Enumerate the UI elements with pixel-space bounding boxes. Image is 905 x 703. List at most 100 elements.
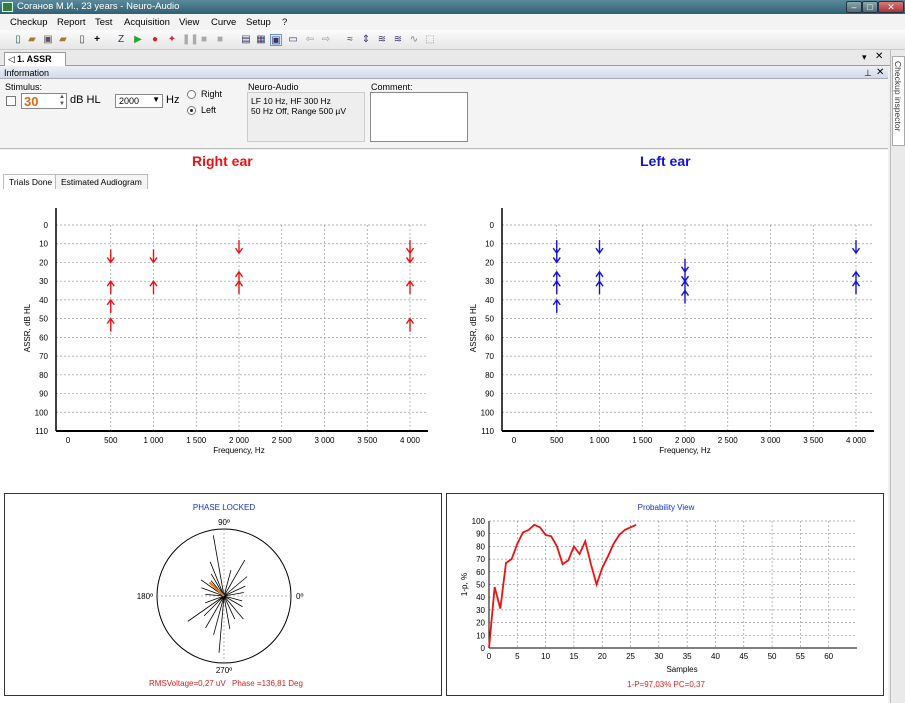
left-yaxis-label: ASSR, dB HL [469, 303, 478, 352]
information-header: Information ⊥ ✕ [0, 67, 888, 79]
right-marker-up [405, 279, 415, 295]
add-icon[interactable]: + [91, 34, 103, 46]
monitor-icon[interactable]: ▭ [287, 34, 299, 46]
radio-left[interactable] [187, 106, 196, 115]
comment-field[interactable] [370, 92, 468, 142]
save-icon[interactable]: ▣ [42, 34, 54, 46]
stimulus-icon[interactable]: ✦ [166, 34, 178, 46]
left-marker-up [552, 298, 561, 313]
zero-icon[interactable]: Z [115, 34, 127, 46]
dropdown-arrow-icon: ▼ [152, 95, 160, 104]
scale-icon[interactable]: ⇕ [360, 34, 372, 46]
right-marker-up [149, 279, 158, 295]
pause-icon[interactable]: ❚❚ [182, 34, 199, 46]
prob-ytick-label: 0 [481, 644, 486, 653]
right-xtick-label: 3 000 [314, 436, 335, 445]
document-tabstrip: ◁ 1. ASSR ▾ ✕ [0, 50, 890, 66]
checkup-inspector-label: Checkup inspector [893, 61, 903, 132]
tab-dropdown-icon[interactable]: ▾ [862, 52, 867, 63]
phase-footer-rms: RMSVoltage=0,27 uV [149, 679, 226, 688]
arrow-left-icon[interactable]: ⇦ [304, 34, 316, 46]
right-marker-up [234, 279, 244, 295]
tab-assr[interactable]: ◁ 1. ASSR [4, 52, 66, 66]
minimize-button[interactable]: – [846, 1, 862, 13]
info-close-icon[interactable]: ✕ [876, 67, 884, 79]
left-ytick-label: 90 [485, 390, 494, 399]
menu-report[interactable]: Report [57, 17, 86, 28]
prob-yaxis-label: 1-p, % [460, 573, 469, 596]
left-xtick-label: 0 [512, 436, 517, 445]
close-button[interactable]: ✕ [878, 1, 904, 13]
probability-panel: Probability View 0 10 20 30 40 50 60 70 80 90 100 0 5… [446, 493, 884, 696]
folder-icon[interactable]: ▰ [57, 34, 69, 46]
record-icon[interactable]: ● [149, 34, 161, 46]
select-icon[interactable]: ⬚ [424, 34, 436, 46]
report-icon[interactable]: ▤ [240, 34, 252, 46]
phase-label-0: 0º [296, 592, 303, 601]
stimulus-checkbox[interactable] [6, 96, 16, 106]
maximize-button[interactable]: □ [862, 1, 878, 13]
left-ytick-label: 30 [485, 277, 494, 286]
phase-vector [223, 595, 244, 620]
stop-icon[interactable]: ■ [198, 34, 210, 46]
left-ytick-label: 70 [485, 352, 494, 361]
menu-acquisition[interactable]: Acquisition [124, 17, 170, 28]
phase-vector [223, 570, 232, 597]
stack-icon[interactable]: ≋ [392, 34, 404, 46]
left-marker-up [552, 279, 561, 295]
app-icon [2, 2, 13, 12]
right-xtick-label: 1 500 [186, 436, 207, 445]
arrow-right-icon[interactable]: ⇨ [320, 34, 332, 46]
menu-test[interactable]: Test [95, 17, 112, 28]
right-ytick-label: 110 [35, 427, 48, 436]
phase-vector [223, 595, 243, 602]
tab-close-icon[interactable]: ✕ [875, 51, 883, 62]
menu-view[interactable]: View [179, 17, 199, 28]
right-marker-down [149, 249, 158, 264]
stop2-icon[interactable]: ■ [214, 34, 226, 46]
open-icon[interactable]: ▰ [26, 34, 38, 46]
left-xtick-label: 2 000 [675, 436, 696, 445]
left-ear-chart: 0 10 20 30 40 50 60 70 80 90 100 110 0 500 1 000 1 500 2… [469, 208, 874, 455]
menu-help[interactable]: ? [282, 17, 287, 28]
page-icon[interactable]: ▯ [76, 34, 88, 46]
tab-pin-icon: ◁ [8, 54, 15, 64]
phase-vector [223, 559, 246, 597]
menu-curve[interactable]: Curve [211, 17, 236, 28]
tab-estimated-audiogram[interactable]: Estimated Audiogram [55, 174, 148, 189]
tab-trials-done[interactable]: Trials Done [3, 174, 59, 189]
frequency-select[interactable]: 2000 ▼ [115, 94, 163, 108]
window-title: Соганов М.И., 23 years - Neuro-Audio [17, 1, 180, 12]
print-icon[interactable]: ▦ [255, 34, 267, 46]
view-icon[interactable]: ▣ [270, 34, 282, 46]
prob-xtick-label: 55 [796, 652, 805, 661]
right-yaxis-label: ASSR, dB HL [23, 303, 32, 352]
menu-setup[interactable]: Setup [246, 17, 271, 28]
play-icon[interactable]: ▶ [132, 34, 144, 46]
prob-xtick-label: 35 [683, 652, 692, 661]
right-ytick-label: 100 [35, 408, 49, 417]
pin-icon[interactable]: ⊥ [864, 67, 872, 79]
menu-checkup[interactable]: Checkup [10, 17, 48, 28]
phase-label-270: 270º [216, 666, 232, 675]
intensity-spinbox[interactable]: 30 ▲ ▼ [21, 93, 67, 109]
left-xtick-label: 3 000 [760, 436, 781, 445]
curve-icon[interactable]: ≈ [344, 34, 356, 46]
right-ytick-label: 80 [39, 371, 48, 380]
prob-xtick-label: 25 [626, 652, 635, 661]
radio-left-label: Left [201, 105, 217, 115]
frequency-value: 2000 [119, 96, 140, 106]
left-marker-up [851, 279, 861, 295]
right-ytick-label: 20 [39, 258, 48, 267]
prob-ytick-label: 10 [476, 631, 485, 640]
new-checkup-icon[interactable]: ▯ [12, 34, 24, 46]
right-ear-chart: 0 10 20 30 40 50 60 70 80 90 100 110 0 500 1 000 1 500 2… [23, 208, 428, 455]
prob-xtick-label: 5 [515, 652, 520, 661]
right-marker-up [106, 317, 115, 332]
phase-vector [223, 576, 248, 597]
radio-right[interactable] [187, 90, 196, 99]
checkup-inspector-tab[interactable]: Checkup inspector [892, 56, 905, 146]
wave-icon[interactable]: ∿ [408, 34, 420, 46]
waves-icon[interactable]: ≋ [376, 34, 388, 46]
spin-arrows-icon[interactable]: ▲ ▼ [59, 94, 65, 108]
